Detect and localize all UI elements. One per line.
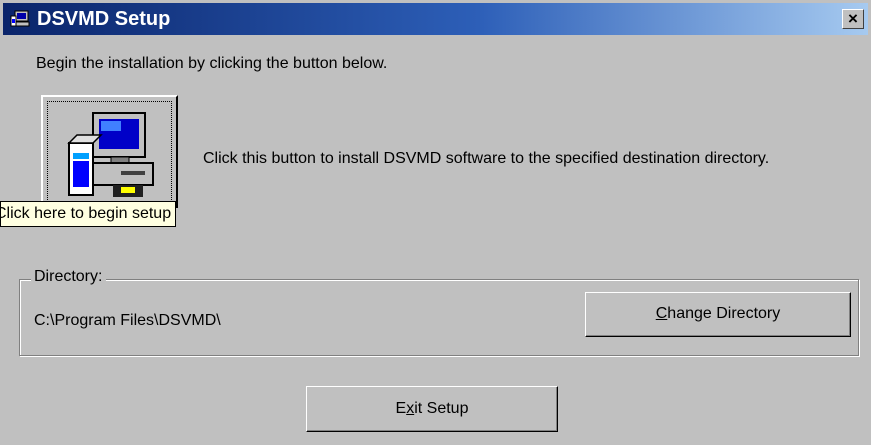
setup-window: DSVMD Setup × Begin the installation by …	[0, 0, 871, 445]
exit-mnemonic: x	[406, 400, 415, 417]
title-bar[interactable]: DSVMD Setup ×	[3, 3, 868, 35]
directory-path: C:\Program Files\DSVMD\	[34, 312, 221, 329]
setup-description: Click this button to install DSVMD softw…	[203, 150, 770, 167]
setup-tooltip: Click here to begin setup	[0, 201, 177, 227]
exit-label-post: it Setup	[414, 400, 469, 417]
exit-setup-button[interactable]: Exit Setup	[306, 386, 558, 432]
exit-label-pre: E	[395, 400, 407, 417]
close-icon: ×	[848, 9, 858, 28]
change-directory-mnemonic: C	[655, 305, 668, 322]
close-button[interactable]: ×	[842, 9, 864, 29]
instruction-text: Begin the installation by clicking the b…	[36, 55, 388, 72]
computer-install-icon	[63, 109, 163, 206]
window-title: DSVMD Setup	[37, 8, 171, 30]
app-icon	[10, 10, 30, 28]
directory-group-label: Directory:	[31, 268, 107, 286]
begin-setup-button[interactable]	[41, 95, 178, 208]
change-directory-button[interactable]: Change Directory	[585, 292, 851, 337]
change-directory-label: hange Directory	[667, 305, 781, 322]
